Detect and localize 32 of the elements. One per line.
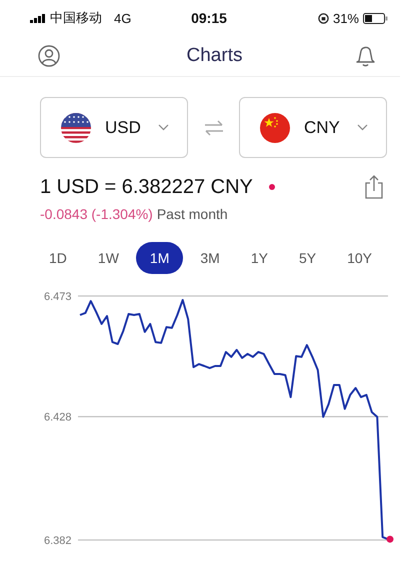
chevron-down-icon (158, 124, 169, 131)
signal-icon (30, 14, 46, 22)
network-type: 4G (114, 10, 132, 26)
status-time: 09:15 (191, 10, 227, 26)
range-tab[interactable]: 3M (186, 242, 234, 274)
axis-label: 6.473 (44, 291, 72, 303)
range-tab[interactable]: 1M (136, 242, 184, 274)
bell-icon[interactable] (355, 45, 375, 67)
axis-label: 6.382 (44, 535, 72, 547)
range-tab[interactable]: 1W (84, 242, 133, 274)
us-flag-icon (61, 112, 91, 142)
range-tab[interactable]: 10Y (333, 242, 386, 274)
page-title: Charts (186, 45, 242, 67)
period-label: Past month (156, 206, 228, 222)
rotation-lock-icon (318, 12, 329, 24)
range-tab[interactable]: 5Y (284, 242, 330, 274)
battery-percent: 31% (332, 10, 359, 26)
currency-selector[interactable]: USD (40, 97, 188, 158)
rate-change: -0.0843 (-1.304%) (40, 206, 153, 222)
battery-icon (363, 12, 388, 24)
live-dot (268, 184, 275, 190)
exchange-rate: 1 USD = 6.382227 CNY (40, 176, 253, 198)
currency-selector[interactable]: CNY (239, 97, 387, 158)
axis-label: 6.428 (44, 412, 72, 424)
china-flag-icon (260, 112, 290, 142)
carrier-name: 中国移动 (50, 9, 102, 27)
profile-icon[interactable] (38, 45, 60, 67)
end-point-marker (386, 536, 394, 543)
range-tab[interactable]: 1D (35, 242, 81, 274)
chevron-down-icon (357, 124, 368, 131)
range-tab[interactable]: 1Y (236, 242, 282, 274)
share-icon[interactable] (364, 175, 384, 199)
